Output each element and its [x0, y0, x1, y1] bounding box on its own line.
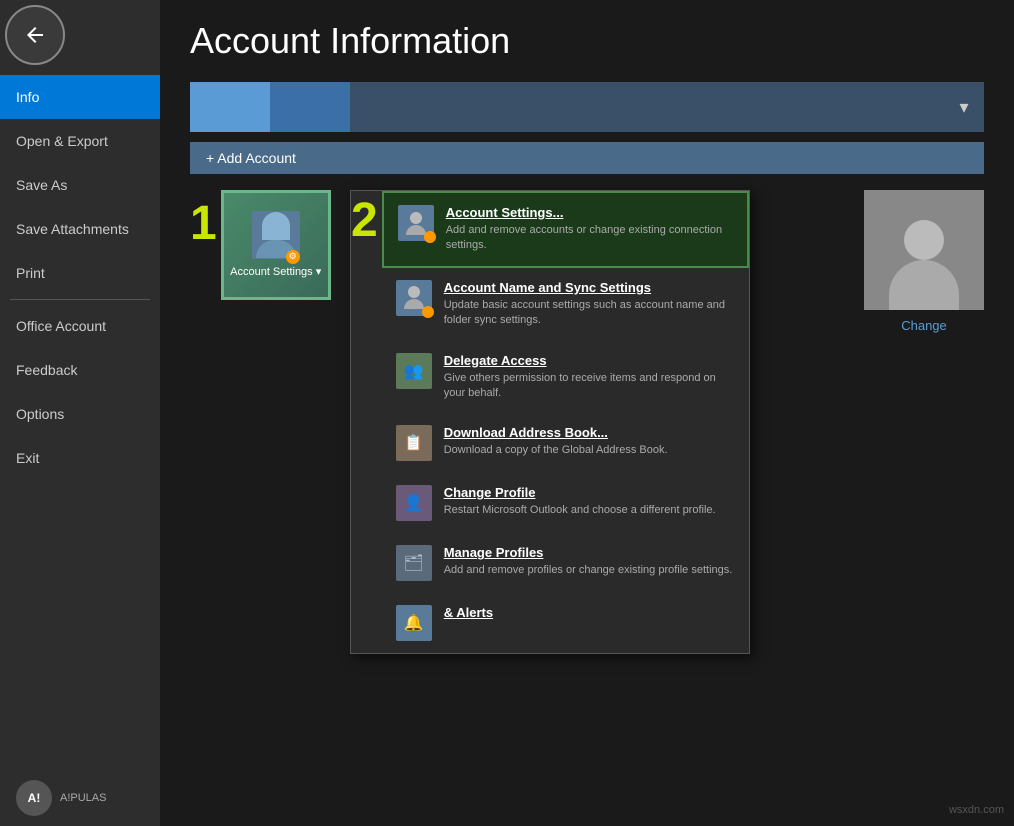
dropdown-item-delegate[interactable]: 👥 Delegate Access Give others permission… — [382, 341, 749, 414]
dropdown-item-title-7: & Alerts — [444, 605, 735, 620]
app-logo: A! — [16, 780, 52, 816]
dropdown-item-title-4: Download Address Book... — [444, 425, 735, 440]
sidebar-item-info[interactable]: Info — [0, 75, 160, 119]
logo-text: A!PULAS — [60, 792, 106, 804]
avatar-person — [889, 220, 959, 310]
dropdown-icon-account-settings — [398, 205, 434, 241]
step1-container: 1 ⚙ Account Settings ▾ — [190, 190, 331, 464]
person-body-sm — [406, 225, 426, 235]
account-email — [350, 82, 944, 132]
dropdown-item-title-1: Account Settings... — [446, 205, 733, 220]
step1-number: 1 — [190, 200, 217, 248]
dropdown-item-text-4: Download Address Book... Download a copy… — [444, 425, 735, 458]
dropdown-item-title-6: Manage Profiles — [444, 545, 735, 560]
dropdown-item-desc-5: Restart Microsoft Outlook and choose a d… — [444, 503, 735, 518]
account-squares — [190, 82, 350, 132]
account-dropdown-arrow[interactable]: ▾ — [944, 82, 984, 132]
sidebar-item-print[interactable]: Print — [0, 251, 160, 295]
dropdown-item-change-profile[interactable]: 👤 Change Profile Restart Microsoft Outlo… — [382, 473, 749, 533]
sidebar-item-exit[interactable]: Exit — [0, 436, 160, 480]
dropdown-item-alerts[interactable]: 🔔 & Alerts — [382, 593, 749, 653]
dropdown-item-manage-profiles[interactable]: 🗂 Manage Profiles Add and remove profile… — [382, 533, 749, 593]
profile-icon: 👤 — [404, 493, 424, 513]
manage-profiles-icon: 🗂 — [404, 553, 424, 573]
account-settings-dropdown: 2 Account Settings... — [350, 190, 750, 654]
dropdown-icon-delegate: 👥 — [396, 353, 432, 389]
dropdown-icon-change-profile: 👤 — [396, 485, 432, 521]
main-content: Account Information ▾ + Add Account 1 — [160, 0, 1014, 826]
add-account-button[interactable]: + Add Account — [190, 142, 984, 174]
account-square-2 — [270, 82, 350, 132]
dropdown-item-account-settings[interactable]: Account Settings... Add and remove accou… — [382, 191, 749, 268]
step2-number: 2 — [351, 197, 378, 245]
account-square-1 — [190, 82, 270, 132]
sidebar-item-save-as[interactable]: Save As — [0, 163, 160, 207]
person-head — [262, 212, 290, 240]
dropdown-item-text-1: Account Settings... Add and remove accou… — [446, 205, 733, 254]
avatar-head — [904, 220, 944, 260]
sidebar-divider — [10, 299, 150, 300]
address-book-icon: 📋 — [404, 433, 424, 453]
gear-badge: ⚙ — [286, 250, 300, 264]
watermark: wsxdn.com — [949, 804, 1004, 816]
page-title: Account Information — [190, 20, 984, 62]
sidebar: Info Open & Export Save As Save Attachme… — [0, 0, 160, 826]
gear-badge-sm2 — [422, 306, 434, 318]
dropdown-icon-alerts: 🔔 — [396, 605, 432, 641]
dropdown-icon-address-book: 📋 — [396, 425, 432, 461]
sidebar-item-open-export[interactable]: Open & Export — [0, 119, 160, 163]
dropdown-item-title-3: Delegate Access — [444, 353, 735, 368]
dropdown-item-text-5: Change Profile Restart Microsoft Outlook… — [444, 485, 735, 518]
dropdown-item-text-6: Manage Profiles Add and remove profiles … — [444, 545, 735, 578]
avatar-section: Change — [864, 190, 984, 333]
person-head-sm — [410, 212, 422, 224]
change-avatar-link[interactable]: Change — [901, 318, 947, 333]
dropdown-item-text-2: Account Name and Sync Settings Update ba… — [444, 280, 735, 329]
gear-badge-sm — [424, 231, 436, 243]
dropdown-item-desc-6: Add and remove profiles or change existi… — [444, 563, 735, 578]
account-settings-button-icon: ⚙ — [252, 211, 300, 259]
sidebar-item-office-account[interactable]: Office Account — [0, 304, 160, 348]
dropdown-item-text-7: & Alerts — [444, 605, 735, 623]
main-section: 1 ⚙ Account Settings ▾ 2 — [190, 190, 984, 464]
sidebar-bottom: A! A!PULAS — [0, 770, 160, 826]
dropdown-item-name-sync[interactable]: Account Name and Sync Settings Update ba… — [382, 268, 749, 341]
dropdown-icon-manage-profiles: 🗂 — [396, 545, 432, 581]
dropdown-item-desc-4: Download a copy of the Global Address Bo… — [444, 443, 735, 458]
sidebar-item-save-attachments[interactable]: Save Attachments — [0, 207, 160, 251]
avatar-box — [864, 190, 984, 310]
person-body-sm2 — [404, 299, 424, 309]
dropdown-item-title-2: Account Name and Sync Settings — [444, 280, 735, 295]
dropdown-icon-name-sync — [396, 280, 432, 316]
alerts-icon: 🔔 — [404, 613, 424, 633]
sidebar-item-options[interactable]: Options — [0, 392, 160, 436]
back-button[interactable] — [5, 5, 65, 65]
dropdown-items-wrapper: Account Settings... Add and remove accou… — [382, 191, 749, 653]
sidebar-item-feedback[interactable]: Feedback — [0, 348, 160, 392]
dropdown-item-address-book[interactable]: 📋 Download Address Book... Download a co… — [382, 413, 749, 473]
avatar-body — [889, 260, 959, 310]
dropdown-item-text-3: Delegate Access Give others permission t… — [444, 353, 735, 402]
dropdown-item-desc-2: Update basic account settings such as ac… — [444, 298, 735, 329]
dropdown-item-title-5: Change Profile — [444, 485, 735, 500]
delegate-people-icon: 👥 — [404, 361, 424, 381]
account-settings-button[interactable]: ⚙ Account Settings ▾ — [221, 190, 331, 300]
person-head-sm2 — [408, 286, 420, 298]
dropdown-item-desc-3: Give others permission to receive items … — [444, 371, 735, 402]
step2-container: 2 Account Settings... — [351, 191, 749, 653]
dropdown-item-desc-1: Add and remove accounts or change existi… — [446, 223, 733, 254]
account-settings-button-label: Account Settings ▾ — [230, 265, 321, 279]
account-selector[interactable]: ▾ — [190, 82, 984, 132]
sidebar-nav: Info Open & Export Save As Save Attachme… — [0, 75, 160, 480]
